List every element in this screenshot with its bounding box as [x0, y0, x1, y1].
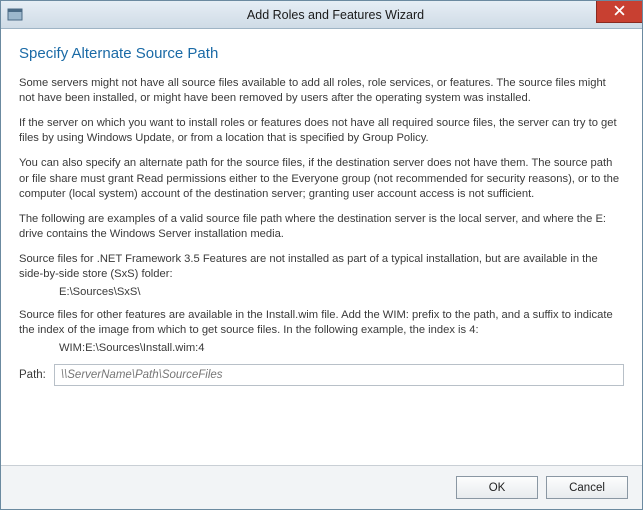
- intro-paragraph-3: You can also specify an alternate path f…: [19, 156, 624, 201]
- window-title: Add Roles and Features Wizard: [29, 8, 642, 22]
- intro-paragraph-4: The following are examples of a valid so…: [19, 212, 624, 242]
- cancel-button[interactable]: Cancel: [546, 476, 628, 499]
- path-label: Path:: [19, 369, 46, 381]
- dialog-window: Add Roles and Features Wizard Specify Al…: [0, 0, 643, 510]
- close-button[interactable]: [596, 1, 642, 23]
- dialog-footer: OK Cancel: [1, 465, 642, 509]
- example-sxs-text: Source files for .NET Framework 3.5 Feat…: [19, 252, 624, 282]
- intro-paragraph-2: If the server on which you want to insta…: [19, 116, 624, 146]
- close-icon: [614, 5, 625, 19]
- dialog-content: Specify Alternate Source Path Some serve…: [1, 29, 642, 465]
- page-heading: Specify Alternate Source Path: [19, 45, 624, 62]
- path-input[interactable]: [54, 364, 624, 386]
- example-wim-text: Source files for other features are avai…: [19, 308, 624, 338]
- intro-paragraph-1: Some servers might not have all source f…: [19, 76, 624, 106]
- body-text: Some servers might not have all source f…: [19, 76, 624, 386]
- ok-button[interactable]: OK: [456, 476, 538, 499]
- example-sxs-path: E:\Sources\SxS\: [19, 286, 624, 298]
- app-icon: [7, 7, 23, 23]
- path-row: Path:: [19, 364, 624, 386]
- example-wim-path: WIM:E:\Sources\Install.wim:4: [19, 342, 624, 354]
- titlebar: Add Roles and Features Wizard: [1, 1, 642, 29]
